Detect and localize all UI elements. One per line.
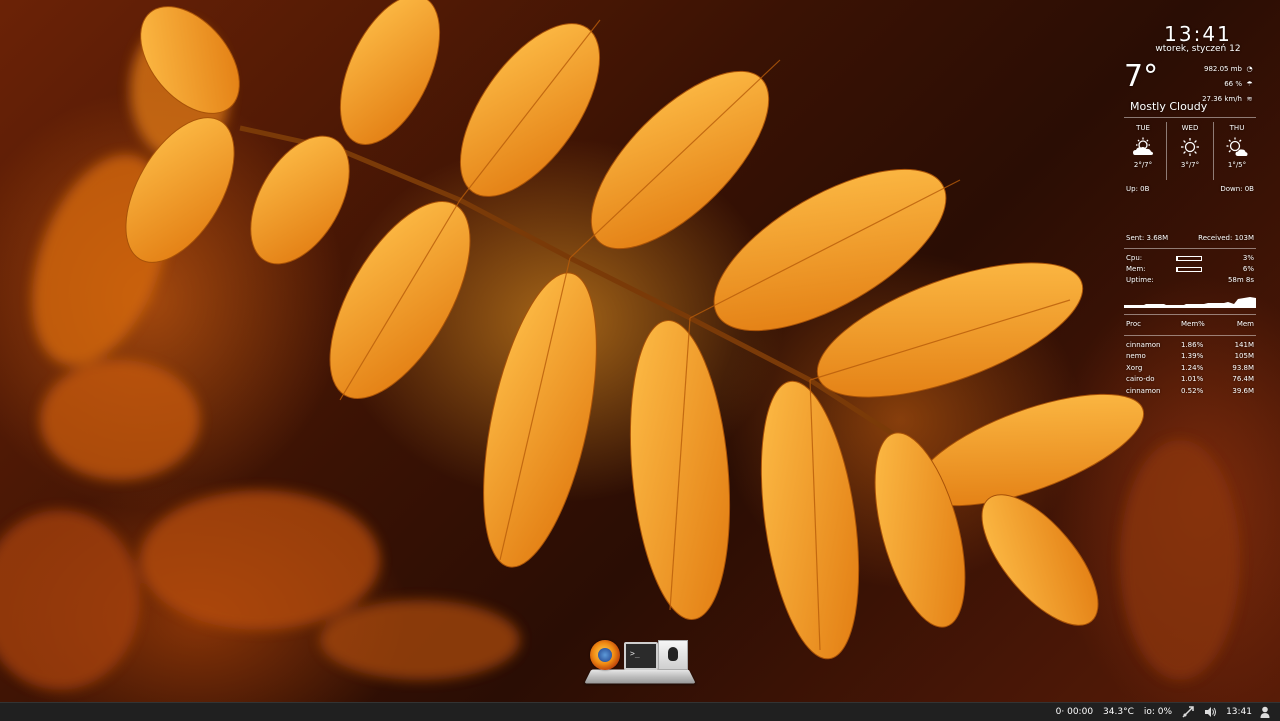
process-table-header: Proc Mem% Mem bbox=[1120, 319, 1260, 331]
process-name: cinnamon bbox=[1126, 340, 1161, 349]
process-mem-percent: 1.24% bbox=[1181, 363, 1204, 372]
volume-icon[interactable] bbox=[1204, 706, 1217, 718]
partly-cloudy-icon bbox=[1133, 137, 1153, 155]
autumn-leaves-image bbox=[0, 0, 1240, 690]
clock-date: wtorek, styczeń 12 bbox=[1155, 44, 1241, 54]
weather-wind: 27.36 km/h bbox=[1202, 95, 1242, 103]
forecast-day: THU 1°/5° bbox=[1213, 122, 1260, 180]
weather-forecast: TUE 2°/7° WED 3°/7° THU 1°/5° bbox=[1120, 122, 1260, 180]
process-mem: 93.8M bbox=[1232, 363, 1254, 372]
globe-icon bbox=[598, 648, 612, 662]
forecast-day: WED 3°/7° bbox=[1166, 122, 1213, 180]
forecast-day-name: WED bbox=[1181, 124, 1199, 132]
process-name: nemo bbox=[1126, 352, 1146, 360]
network-speed: Up: 0B Down: 0B bbox=[1120, 184, 1260, 195]
process-row: cinnamon 1.86% 141M bbox=[1120, 340, 1260, 352]
forecast-range: 2°/7° bbox=[1133, 161, 1153, 169]
process-header-mem-percent: Mem% bbox=[1181, 320, 1205, 328]
weather-current: 7° 982.05 mb ◔ 66 % ☂ 27.36 km/h ≋ bbox=[1120, 59, 1260, 104]
user-icon[interactable] bbox=[1260, 706, 1270, 718]
forecast-day-name: TUE bbox=[1136, 124, 1150, 132]
dock-shelf bbox=[584, 669, 696, 684]
process-mem-percent: 1.01% bbox=[1181, 375, 1204, 383]
weather-humidity: 66 % bbox=[1224, 80, 1242, 88]
cpu-bar-fill bbox=[1177, 257, 1178, 260]
mem-bar bbox=[1176, 267, 1202, 272]
network-icon[interactable] bbox=[1182, 706, 1194, 718]
cpu-usage: Cpu: 3% bbox=[1120, 253, 1260, 264]
mem-value: 6% bbox=[1242, 265, 1254, 273]
process-row: cinnamon 0.52% 39.6M bbox=[1120, 386, 1260, 398]
wind-icon: ≋ bbox=[1246, 95, 1253, 103]
cpu-label: Cpu: bbox=[1126, 254, 1143, 262]
sun-icon bbox=[1181, 138, 1199, 156]
tray-status[interactable]: 0· 00:00 bbox=[1056, 707, 1093, 717]
mem-bar-fill bbox=[1177, 268, 1179, 271]
sun-cloud-icon bbox=[1226, 137, 1248, 156]
mem-label: Mem: bbox=[1126, 265, 1146, 273]
process-header-mem: Mem bbox=[1236, 320, 1254, 328]
clock-time: 13:41 bbox=[1164, 22, 1232, 46]
desktop-widget-panel: 13:41 wtorek, styczeń 12 7° 982.05 mb ◔ 6… bbox=[1120, 22, 1260, 397]
divider bbox=[1124, 248, 1256, 249]
process-row: Xorg 1.24% 93.8M bbox=[1120, 363, 1260, 375]
network-totals: Sent: 3.68M Received: 103M bbox=[1120, 233, 1260, 244]
process-mem-percent: 1.86% bbox=[1181, 340, 1204, 349]
uptime-value: 58m 8s bbox=[1227, 276, 1254, 284]
taskbar: 0· 00:00 34.3°C io: 0% 13:41 bbox=[0, 702, 1280, 721]
divider bbox=[1124, 334, 1256, 336]
weather-temperature: 7° bbox=[1124, 59, 1159, 94]
process-name: cairo-do bbox=[1126, 375, 1155, 383]
network-received: Received: 103M bbox=[1198, 234, 1254, 242]
weather-pressure: 982.05 mb bbox=[1204, 65, 1242, 73]
network-graph-area bbox=[1120, 195, 1260, 233]
terminal-icon[interactable]: >_ bbox=[624, 642, 658, 670]
forecast-range: 3°/7° bbox=[1180, 161, 1200, 169]
tux-icon[interactable] bbox=[658, 640, 688, 670]
dock: >_ bbox=[584, 636, 696, 688]
process-name: cinnamon bbox=[1126, 386, 1161, 395]
tray-temperature[interactable]: 34.3°C bbox=[1103, 707, 1134, 717]
process-header-name: Proc bbox=[1126, 320, 1141, 328]
process-row: nemo 1.39% 105M bbox=[1120, 351, 1260, 363]
uptime: Uptime: 58m 8s bbox=[1120, 275, 1260, 286]
network-up: Up: 0B bbox=[1126, 185, 1150, 193]
uptime-label: Uptime: bbox=[1126, 276, 1154, 284]
process-mem: 39.6M bbox=[1232, 386, 1254, 395]
weather-stats: 982.05 mb ◔ 66 % ☂ 27.36 km/h ≋ bbox=[1202, 62, 1254, 107]
process-mem-percent: 1.39% bbox=[1181, 352, 1204, 360]
firefox-icon[interactable] bbox=[590, 640, 620, 670]
forecast-range: 1°/5° bbox=[1227, 161, 1247, 169]
forecast-day-name: THU bbox=[1229, 124, 1245, 132]
tray-io[interactable]: io: 0% bbox=[1144, 707, 1172, 717]
forecast-day: TUE 2°/7° bbox=[1120, 122, 1166, 180]
process-mem-percent: 0.52% bbox=[1181, 386, 1204, 395]
tray-clock[interactable]: 13:41 bbox=[1226, 707, 1252, 717]
cpu-bar bbox=[1176, 256, 1202, 261]
network-sent: Sent: 3.68M bbox=[1126, 234, 1169, 242]
system-tray: 0· 00:00 34.3°C io: 0% 13:41 bbox=[1056, 703, 1280, 721]
divider bbox=[1124, 117, 1256, 118]
network-down: Down: 0B bbox=[1220, 185, 1254, 193]
memory-usage: Mem: 6% bbox=[1120, 264, 1260, 275]
process-name: Xorg bbox=[1126, 363, 1143, 372]
process-table: cinnamon 1.86% 141M nemo 1.39% 105M Xorg 1.24… bbox=[1120, 340, 1260, 398]
humidity-icon: ☂ bbox=[1246, 80, 1253, 88]
terminal-prompt-icon: >_ bbox=[630, 649, 640, 658]
process-row: cairo-do 1.01% 76.4M bbox=[1120, 374, 1260, 386]
penguin-icon bbox=[668, 647, 678, 661]
process-mem: 141M bbox=[1234, 340, 1254, 349]
cpu-graph bbox=[1124, 297, 1256, 308]
cpu-value: 3% bbox=[1242, 254, 1254, 262]
gauge-icon: ◔ bbox=[1246, 65, 1253, 73]
process-mem: 76.4M bbox=[1232, 375, 1254, 383]
desktop-wallpaper bbox=[0, 0, 1280, 720]
process-mem: 105M bbox=[1234, 352, 1254, 360]
divider bbox=[1124, 314, 1256, 315]
